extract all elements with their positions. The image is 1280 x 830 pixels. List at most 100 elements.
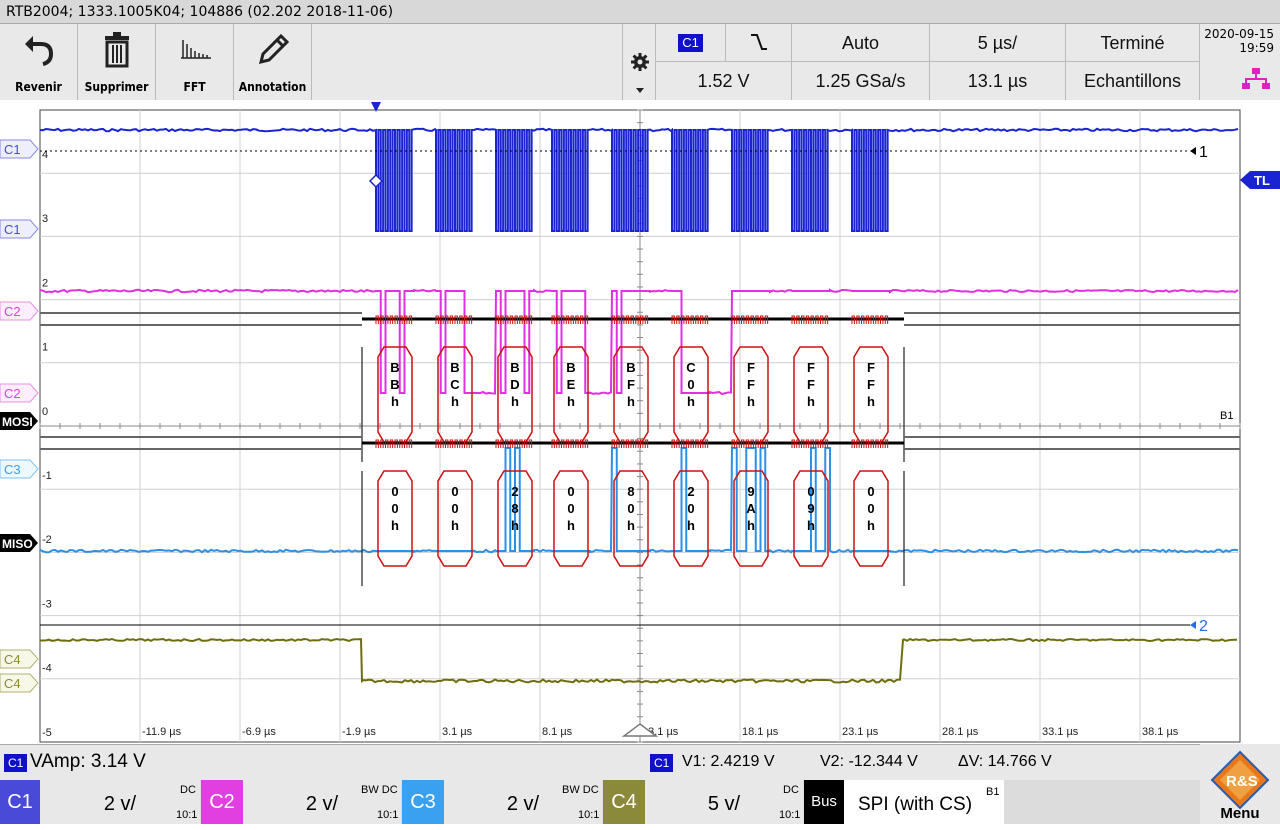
c1-offset-marker[interactable]: C1 — [0, 219, 39, 239]
trigger-mode[interactable]: Auto — [792, 24, 930, 62]
mosi-byte-char: h — [451, 394, 459, 409]
c2-probe: 10:1 — [377, 809, 399, 821]
miso-byte-char: h — [511, 518, 519, 533]
x-tick-label: 28.1 µs — [942, 726, 979, 738]
menu-label: Menu — [1220, 805, 1260, 822]
c2-name: C2 — [201, 780, 243, 824]
miso-bus-marker[interactable]: MISO — [0, 534, 38, 552]
channel-c1[interactable]: C1 2 v/ DC 10:1 — [0, 780, 201, 824]
miso-byte-char: A — [746, 501, 756, 516]
c2-threshold-marker[interactable]: C2 — [0, 301, 39, 321]
trigger-level[interactable]: 1.52 V — [656, 62, 792, 100]
miso-byte-char: 9 — [807, 501, 814, 516]
delete-button[interactable]: Supprimer — [78, 24, 156, 100]
y-tick-label: -4 — [42, 663, 52, 675]
channel-bar: C1 2 v/ DC 10:1 C2 2 v/ BW DC 10:1 C3 2 … — [0, 780, 1200, 824]
mosi-byte-char: B — [390, 377, 399, 392]
mosi-byte-char: D — [510, 377, 519, 392]
svg-text:MOSI: MOSI — [2, 415, 33, 429]
c3-name: C3 — [402, 780, 444, 824]
annotation-button[interactable]: Annotation — [234, 24, 312, 100]
svg-text:C2: C2 — [4, 386, 21, 401]
miso-byte-char: h — [687, 518, 695, 533]
svg-text:C3: C3 — [4, 462, 21, 477]
y-tick-label: -1 — [42, 470, 52, 482]
mosi-byte-char: E — [567, 377, 576, 392]
mosi-byte-char: B — [510, 360, 519, 375]
mosi-byte-char: h — [687, 394, 695, 409]
mosi-bus-marker[interactable]: MOSI — [0, 412, 38, 430]
c2-offset-marker[interactable]: C2 — [0, 383, 39, 403]
toolbar: Revenir Supprimer FFT Annotation C1 Auto… — [0, 24, 1280, 101]
window-title: RTB2004; 1333.1005K04; 104886 (02.202 20… — [0, 0, 1280, 24]
x-tick-label: 38.1 µs — [1142, 726, 1179, 738]
cursor-v1[interactable]: V1: 2.4219 V — [682, 753, 775, 771]
bus-config[interactable]: Bus SPI (with CS) B1 — [804, 780, 1004, 824]
x-tick-label: 18.1 µs — [742, 726, 779, 738]
x-tick-label: -1.9 µs — [342, 726, 376, 738]
mosi-byte-char: F — [747, 360, 755, 375]
c4-name: C4 — [603, 780, 645, 824]
cursor-v2[interactable]: V2: -12.344 V — [820, 753, 918, 771]
measurement-bar: C1 VAmp: 3.14 V C1 V1: 2.4219 V V2: -12.… — [0, 744, 1280, 781]
miso-byte-char: h — [567, 518, 575, 533]
miso-byte-char: 0 — [391, 501, 398, 516]
network-icon[interactable] — [1242, 68, 1270, 90]
x-tick-label: -6.9 µs — [242, 726, 276, 738]
cursor-channel-badge: C1 — [650, 754, 674, 772]
mosi-byte-char: F — [867, 360, 875, 375]
x-tick-label: 23.1 µs — [842, 726, 879, 738]
c3-probe: 10:1 — [578, 809, 600, 821]
acquisition-mode[interactable]: Echantillons — [1066, 62, 1200, 100]
mosi-byte-char: h — [567, 394, 575, 409]
c3-threshold-marker[interactable]: C3 — [0, 459, 39, 479]
undo-button[interactable]: Revenir — [0, 24, 78, 100]
miso-byte-char: 0 — [867, 501, 874, 516]
mosi-byte-char: C — [450, 377, 460, 392]
c4-threshold-marker[interactable]: C4 — [0, 649, 39, 669]
miso-byte-char: h — [451, 518, 459, 533]
mosi-byte-char: h — [747, 394, 755, 409]
trigger-source[interactable]: C1 — [656, 24, 726, 62]
cursor-delta-v[interactable]: ΔV: 14.766 V — [958, 753, 1052, 771]
miso-byte-char: h — [807, 518, 815, 533]
bus-name: Bus — [804, 780, 844, 824]
mosi-byte-char: B — [626, 360, 635, 375]
mosi-byte-char: h — [511, 394, 519, 409]
miso-byte-char: 9 — [747, 484, 754, 499]
c4-offset-marker[interactable]: C4 — [0, 673, 39, 693]
y-tick-label: 3 — [42, 213, 48, 225]
sample-rate[interactable]: 1.25 GSa/s — [792, 62, 930, 100]
miso-byte-char: 0 — [567, 484, 574, 499]
svg-text:C2: C2 — [4, 304, 21, 319]
c1-threshold-marker[interactable]: C1 — [0, 139, 39, 159]
falling-edge-icon — [750, 34, 767, 50]
fft-label: FFT — [183, 80, 206, 94]
svg-text:C1: C1 — [4, 142, 21, 157]
menu-button[interactable]: R&S Menu — [1200, 744, 1280, 824]
time: 19:59 — [1239, 41, 1274, 55]
miso-byte-char: h — [867, 518, 875, 533]
c1-name: C1 — [0, 780, 40, 824]
y-tick-label: 2 — [42, 277, 48, 289]
miso-byte-char: 0 — [451, 484, 458, 499]
channel-c4[interactable]: C4 5 v/ DC 10:1 — [603, 780, 804, 824]
timebase[interactable]: 5 µs/ — [930, 24, 1066, 62]
x-tick-label: 33.1 µs — [1042, 726, 1079, 738]
trigger-source-badge: C1 — [678, 34, 703, 52]
acquisition-state[interactable]: Terminé — [1066, 24, 1200, 62]
vamp-measurement[interactable]: VAmp: 3.14 V — [30, 751, 146, 773]
channel-c2[interactable]: C2 2 v/ BW DC 10:1 — [201, 780, 402, 824]
fft-button[interactable]: FFT — [156, 24, 234, 100]
c3-coupling: BW DC — [562, 784, 599, 796]
trigger-slope[interactable] — [726, 24, 792, 62]
waveform-display[interactable]: 43210-1-2-3-4-5 -11.9 µs -6.9 µs -1.9 µs 3.… — [0, 100, 1280, 744]
svg-text:TL: TL — [1254, 173, 1270, 188]
settings-button[interactable] — [622, 24, 656, 100]
mosi-byte-char: F — [747, 377, 755, 392]
c4-probe: 10:1 — [779, 809, 801, 821]
undo-label: Revenir — [15, 80, 62, 94]
channel-c3[interactable]: C3 2 v/ BW DC 10:1 — [402, 780, 603, 824]
horizontal-position[interactable]: 13.1 µs — [930, 62, 1066, 100]
undo-icon — [25, 36, 54, 66]
